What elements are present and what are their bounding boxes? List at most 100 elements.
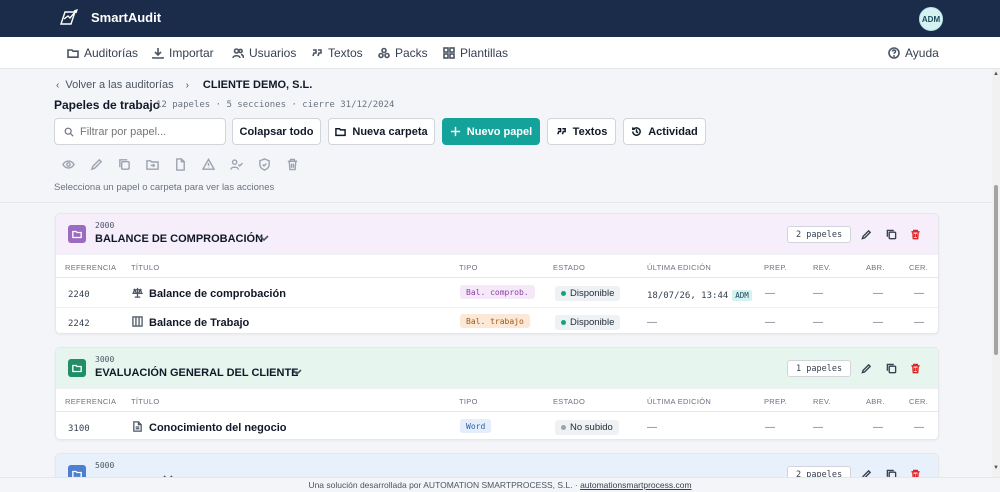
copy-icon[interactable] [110,152,138,176]
activity-button[interactable]: Actividad [623,118,706,145]
table-row[interactable]: 2240 Balance de comprobación Bal. compro… [56,279,938,308]
prep-value[interactable]: — [765,317,775,328]
brand-name[interactable]: SmartAudit [91,10,161,25]
texts-label: Textos [572,125,608,138]
cer-value[interactable]: — [914,422,924,433]
quote-icon [556,128,566,135]
nav-item-ayuda[interactable]: Ayuda [888,46,939,60]
page-title: Papeles de trabajo [54,98,161,112]
nav-label: Packs [395,46,428,60]
avatar[interactable]: ADM [919,7,943,31]
row-ref: 3100 [68,424,90,434]
history-icon [632,127,642,136]
col-prep: PREP. [764,397,788,406]
shield-icon[interactable] [250,152,278,176]
edit-icon[interactable] [859,361,873,375]
col-cer: CER. [909,263,929,272]
abr-value[interactable]: — [873,317,883,328]
nav-label: Usuarios [249,46,297,60]
folder-icon [67,49,79,58]
status-badge: Disponible [555,286,621,301]
table-header: REFERENCIA TÍTULO TIPO ESTADO ÚLTIMA EDI… [56,388,938,412]
edit-icon[interactable] [859,467,873,477]
breadcrumb-current: CLIENTE DEMO, S.L. [202,79,313,91]
last-edit: 18/07/26, 13:44 ADM [647,290,752,301]
edit-icon[interactable] [82,152,110,176]
rev-value[interactable]: — [813,288,823,299]
chevron-down-icon[interactable] [259,231,269,242]
new-folder-button[interactable]: Nueva carpeta [328,118,435,145]
trash-icon[interactable] [908,361,922,375]
nav-item-textos[interactable]: Textos [311,46,363,60]
table-row[interactable]: 2242 Balance de Trabajo Bal. trabajo Dis… [56,308,938,333]
status-dot [561,291,566,296]
footer: Una solución desarrollada por AUTOMATION… [0,477,1000,492]
col-ref: REFERENCIA [65,397,117,406]
footer-link[interactable]: automationsmartprocess.com [580,480,692,490]
status-badge: Disponible [555,315,621,330]
row-title[interactable]: Balance de Trabajo [149,317,249,329]
texts-button[interactable]: Textos [547,118,616,145]
edit-icon[interactable] [859,227,873,241]
search-input[interactable] [80,125,210,138]
scroll-up-icon[interactable]: ▲ [993,71,999,77]
section-code: 3000 [95,355,115,364]
footer-text: Una solución desarrollada por AUTOMATION… [308,480,581,490]
copy-icon[interactable] [884,361,898,375]
collapse-all-button[interactable]: Colapsar todo [232,118,321,145]
col-tipo: TIPO [459,397,478,406]
trash-icon[interactable] [278,152,306,176]
view-icon[interactable] [54,152,82,176]
chevron-down-icon[interactable] [292,365,302,376]
table-row[interactable]: 3100 Conocimiento del negocio Word No su… [56,413,938,439]
rev-value[interactable]: — [813,422,823,433]
nav-item-auditorias[interactable]: Auditorías [67,46,138,60]
plus-icon [450,126,460,137]
prep-value[interactable]: — [765,422,775,433]
new-paper-label: Nuevo papel [466,125,533,138]
download-icon [152,48,164,59]
abr-value[interactable]: — [873,422,883,433]
rev-value[interactable]: — [813,317,823,328]
section-header[interactable]: 3000 EVALUACIÓN GENERAL DEL CLIENTE 1 pa… [56,348,938,388]
col-title: TÍTULO [131,263,160,272]
user-check-icon[interactable] [222,152,250,176]
cer-value[interactable]: — [914,288,924,299]
scrollbar[interactable] [992,69,1000,477]
file-icon[interactable] [166,152,194,176]
new-paper-button[interactable]: Nuevo papel [442,118,540,145]
col-abr: ABR. [866,263,885,272]
copy-icon[interactable] [884,227,898,241]
scroll-down-icon[interactable]: ▼ [993,465,999,471]
abr-value[interactable]: — [873,288,883,299]
logo-icon[interactable] [58,8,82,28]
copy-icon[interactable] [884,467,898,477]
col-edit: ÚLTIMA EDICIÓN [647,263,712,272]
nav-item-usuarios[interactable]: Usuarios [232,46,296,60]
section-header[interactable]: 5000 2 papeles [56,454,938,477]
last-edit: — [647,317,657,328]
cer-value[interactable]: — [914,317,924,328]
row-title[interactable]: Conocimiento del negocio [149,422,287,434]
warning-icon[interactable] [194,152,222,176]
nav-item-packs[interactable]: Packs [378,46,428,60]
collapse-all-label: Colapsar todo [239,125,314,138]
divider [0,202,992,203]
scrollbar-thumb[interactable] [994,185,998,355]
trash-icon[interactable] [908,467,922,477]
folder-icon [335,128,347,137]
nav-label: Textos [328,46,363,60]
move-folder-icon[interactable] [138,152,166,176]
editor-badge: ADM [732,290,752,301]
back-link[interactable]: Volver a las auditorías [65,79,173,91]
trash-icon[interactable] [908,227,922,241]
row-title[interactable]: Balance de comprobación [149,288,286,300]
prep-value[interactable]: — [765,288,775,299]
nav-item-plantillas[interactable]: Plantillas [443,46,508,60]
section-3000: 3000 EVALUACIÓN GENERAL DEL CLIENTE 1 pa… [55,347,939,440]
search-field[interactable] [54,118,226,145]
section-header[interactable]: 2000 BALANCE DE COMPROBACIÓN 2 papeles [56,214,938,254]
col-tipo: TIPO [459,263,478,272]
table-header: REFERENCIA TÍTULO TIPO ESTADO ÚLTIMA EDI… [56,254,938,278]
nav-item-importar[interactable]: Importar [152,46,214,60]
